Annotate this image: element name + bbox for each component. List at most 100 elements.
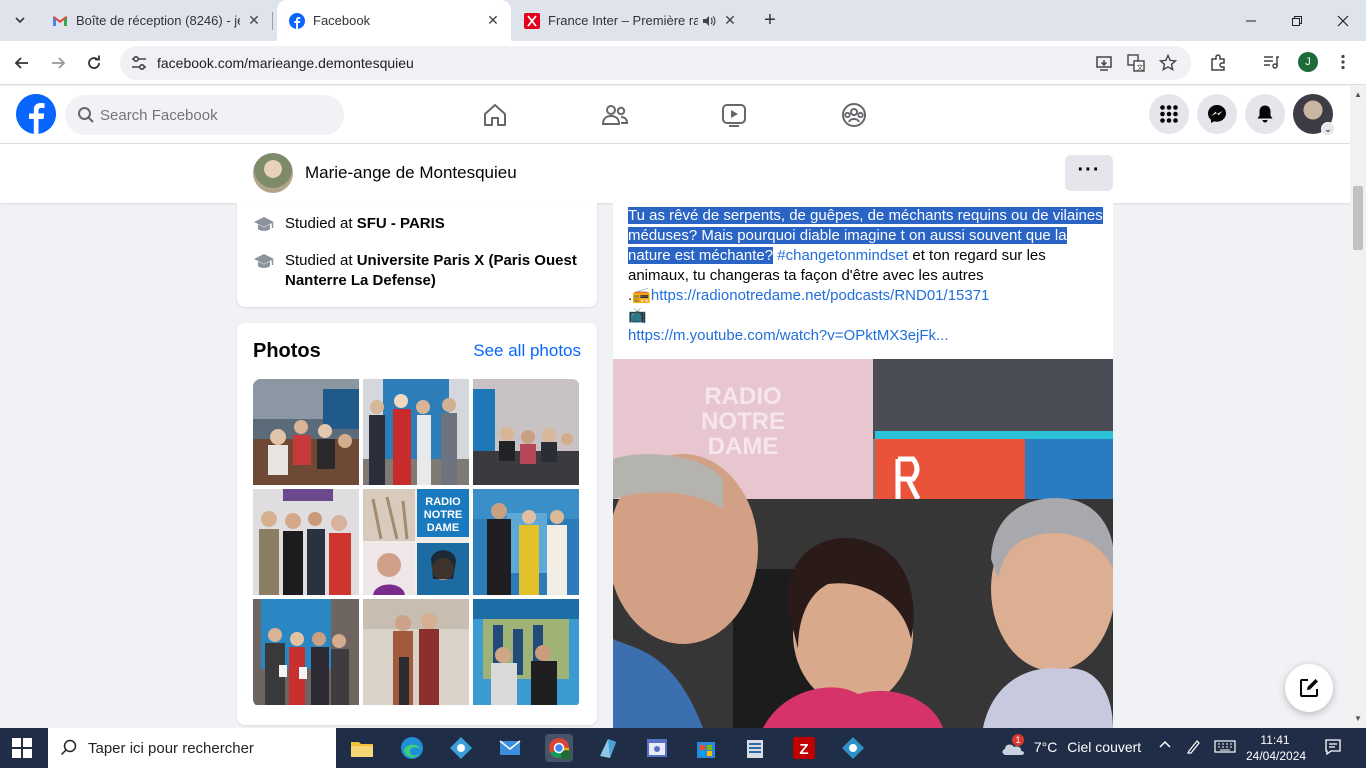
- search-input[interactable]: [100, 95, 330, 135]
- clock-time: 11:41: [1260, 733, 1290, 747]
- notification-center-icon[interactable]: [1324, 738, 1342, 759]
- photo-thumbnail[interactable]: [473, 489, 579, 595]
- close-tab-icon[interactable]: ✕: [722, 12, 738, 29]
- radio-emoji-prefix: .📻: [628, 287, 651, 304]
- pen-icon[interactable]: [1186, 738, 1202, 757]
- page-scrollbar[interactable]: ▲ ▼: [1350, 86, 1366, 728]
- education-text: Studied at Universite Paris X (Paris Oue…: [285, 251, 585, 291]
- tab-facebook[interactable]: Facebook ✕: [277, 0, 511, 41]
- app-window-icon[interactable]: [643, 734, 671, 762]
- home-icon: [484, 104, 506, 126]
- back-button[interactable]: [8, 49, 36, 77]
- feed-post: Tu as rêvé de serpents, de guêpes, de mé…: [613, 203, 1113, 728]
- mail-icon[interactable]: [496, 734, 524, 762]
- close-tab-icon[interactable]: ✕: [246, 12, 262, 29]
- scroll-up-arrow-icon[interactable]: ▲: [1353, 90, 1363, 100]
- app-stack-icon[interactable]: [741, 734, 769, 762]
- weather-desc: Ciel couvert: [1067, 738, 1142, 755]
- svg-text:NOTRE: NOTRE: [424, 509, 463, 521]
- hashtag-link[interactable]: #changetonmindset: [773, 247, 908, 264]
- facebook-logo[interactable]: [16, 94, 56, 134]
- sign-radio: RADIO: [704, 383, 781, 410]
- chrome-taskbar-icon[interactable]: [545, 734, 573, 762]
- taskbar-search[interactable]: Taper ici pour rechercher: [48, 728, 336, 768]
- post-text: Tu as rêvé de serpents, de guêpes, de mé…: [628, 206, 1103, 346]
- media-control-icon[interactable]: [1261, 53, 1281, 73]
- photo-thumbnail[interactable]: [253, 379, 359, 485]
- extensions-icon[interactable]: [1208, 53, 1228, 73]
- taskbar-search-text[interactable]: Taper ici pour rechercher: [88, 740, 254, 757]
- photos-title: Photos: [253, 340, 321, 362]
- forward-button[interactable]: [44, 49, 72, 77]
- messenger-button[interactable]: [1197, 94, 1237, 134]
- facebook-search[interactable]: [65, 95, 344, 135]
- photo-thumbnail[interactable]: [363, 599, 469, 705]
- app-wind-icon[interactable]: [594, 734, 622, 762]
- see-all-photos-link[interactable]: See all photos: [473, 341, 581, 361]
- photo-thumbnail[interactable]: [363, 379, 469, 485]
- radiofrance-icon: [524, 12, 540, 29]
- new-tab-button[interactable]: +: [758, 8, 782, 32]
- new-message-button[interactable]: [1285, 664, 1333, 712]
- account-avatar[interactable]: ⌄: [1293, 94, 1335, 136]
- weather-widget[interactable]: 1 7°C Ciel couvert: [1000, 734, 1142, 758]
- chrome-menu-icon[interactable]: [1333, 53, 1353, 73]
- menu-button[interactable]: [1149, 94, 1189, 134]
- edge-icon[interactable]: [398, 734, 426, 762]
- facebook-icon: [289, 12, 305, 29]
- education-text: Studied at SFU - PARIS: [285, 214, 585, 235]
- profile-avatar[interactable]: [253, 153, 293, 193]
- close-tab-icon[interactable]: ✕: [485, 12, 501, 29]
- graduation-cap-icon: [254, 217, 274, 231]
- scrollbar-thumb[interactable]: [1353, 186, 1363, 250]
- podcast-link[interactable]: https://radionotredame.net/podcasts/RND0…: [651, 287, 990, 304]
- close-window-button[interactable]: [1320, 0, 1366, 41]
- system-clock[interactable]: 11:41 24/04/2024: [1246, 732, 1306, 764]
- more-options-button[interactable]: ···: [1065, 155, 1113, 191]
- photo-thumbnail[interactable]: [253, 489, 359, 595]
- nav-home[interactable]: [480, 100, 510, 130]
- tab-france-inter[interactable]: France Inter – Première rad ✕: [512, 0, 748, 41]
- tab-separator: [272, 12, 273, 30]
- photo-thumbnail[interactable]: RADIO NOTRE DAME: [363, 489, 469, 595]
- photo-thumbnail[interactable]: [473, 379, 579, 485]
- reload-button[interactable]: [80, 49, 108, 77]
- tab-gmail[interactable]: Boîte de réception (8246) - jea ✕: [40, 0, 272, 41]
- restore-button[interactable]: [1274, 0, 1320, 41]
- filezilla-icon[interactable]: Z: [790, 734, 818, 762]
- url-text[interactable]: facebook.com/marieange.demontesquieu: [157, 55, 414, 71]
- browser-tab-strip: Boîte de réception (8246) - jea ✕ Facebo…: [0, 0, 1366, 41]
- chrome-profile-avatar[interactable]: J: [1298, 52, 1318, 72]
- store-icon[interactable]: [692, 734, 720, 762]
- install-app-icon[interactable]: [1094, 54, 1114, 74]
- windows-start-icon[interactable]: [12, 738, 32, 758]
- post-photo[interactable]: RADIO NOTRE DAME: [613, 359, 1113, 728]
- address-bar[interactable]: facebook.com/marieange.demontesquieu 文: [120, 46, 1191, 80]
- tab-search-button[interactable]: [8, 8, 32, 32]
- tray-overflow-icon[interactable]: [1158, 738, 1172, 755]
- bookmark-star-icon[interactable]: [1158, 53, 1178, 74]
- photos-card: Photos See all photos RADIO NOTRE DAME: [237, 323, 597, 725]
- speaker-icon[interactable]: [702, 14, 716, 28]
- notifications-button[interactable]: [1245, 94, 1285, 134]
- minimize-button[interactable]: [1228, 0, 1274, 41]
- photo-thumbnail[interactable]: [253, 599, 359, 705]
- nav-friends[interactable]: [600, 100, 630, 130]
- profile-name[interactable]: Marie-ange de Montesquieu: [305, 163, 517, 183]
- scroll-down-arrow-icon[interactable]: ▼: [1353, 714, 1363, 724]
- reload-icon: [88, 55, 100, 69]
- app-diamond-icon[interactable]: [447, 734, 475, 762]
- nav-watch[interactable]: [719, 100, 749, 130]
- tab-title: France Inter – Première rad: [548, 13, 698, 28]
- app-diamond-2-icon[interactable]: [839, 734, 867, 762]
- nav-groups[interactable]: [839, 100, 869, 130]
- school-link[interactable]: SFU - PARIS: [357, 215, 445, 232]
- file-explorer-icon[interactable]: [348, 734, 376, 762]
- translate-icon[interactable]: 文: [1126, 54, 1146, 74]
- site-settings-icon[interactable]: [130, 54, 148, 72]
- photo-thumbnail[interactable]: [473, 599, 579, 705]
- keyboard-icon[interactable]: [1214, 738, 1236, 757]
- restore-icon: [1292, 15, 1302, 26]
- tab-title: Facebook: [313, 13, 371, 28]
- youtube-link[interactable]: https://m.youtube.com/watch?v=OPktMX3ejF…: [628, 327, 949, 344]
